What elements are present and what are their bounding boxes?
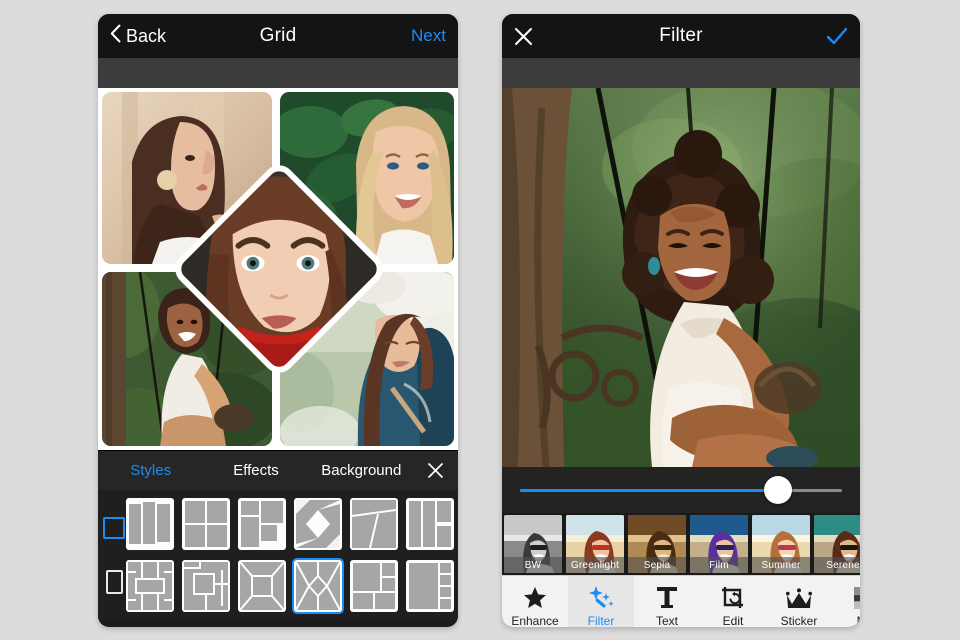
bottom-tab-label: Mo <box>857 614 860 627</box>
tooltab-effects[interactable]: Effects <box>203 462 308 479</box>
bottom-tab-label: Sticker <box>780 614 818 627</box>
filter-intensity-slider[interactable] <box>502 467 860 513</box>
grid-collage-panel: Back Grid Next Styles Effects Background <box>98 14 458 627</box>
bottom-tab-filter[interactable]: Filter <box>568 576 634 627</box>
back-button[interactable]: Back <box>110 24 166 48</box>
crown-icon <box>786 585 812 609</box>
filter-preview-image[interactable] <box>502 88 860 467</box>
template-three-columns-split-right[interactable] <box>406 498 454 550</box>
close-styles-button[interactable] <box>414 462 458 479</box>
collage-canvas[interactable] <box>98 88 458 450</box>
filter-label: Summer <box>752 557 810 573</box>
aspect-portrait-button[interactable] <box>105 569 123 594</box>
tooltab-background[interactable]: Background <box>309 462 414 479</box>
back-label: Back <box>126 25 167 46</box>
template-left-large-two-right[interactable] <box>350 560 398 612</box>
right-subbar <box>502 58 860 88</box>
filter-thumb-bw[interactable]: BW <box>504 515 562 573</box>
template-nested-squares[interactable] <box>182 560 230 612</box>
template-center-horizontal-band[interactable] <box>126 560 174 612</box>
grid-more-icon <box>854 585 860 609</box>
template-row-2 <box>126 560 454 612</box>
filter-label: Sepia <box>628 557 686 573</box>
template-center-diamond[interactable] <box>294 560 342 612</box>
close-icon <box>515 27 532 45</box>
bottom-tab-more[interactable]: Mo <box>832 576 860 627</box>
template-four-uneven-quads[interactable] <box>238 498 286 550</box>
template-rows <box>126 495 454 615</box>
text-t-icon <box>656 585 678 609</box>
bottom-tab-sticker[interactable]: Sticker <box>766 576 832 627</box>
aspect-square-button[interactable] <box>103 516 125 539</box>
filter-thumb-summer[interactable]: Summer <box>752 515 810 573</box>
template-two-by-two-grid[interactable] <box>182 498 230 550</box>
left-navbar: Back Grid Next <box>98 14 458 58</box>
template-diamond-pinwheel[interactable] <box>294 498 342 550</box>
bottom-tab-edit[interactable]: Edit <box>700 576 766 627</box>
star-icon <box>523 585 547 609</box>
style-tool-tabs: Styles Effects Background <box>98 450 458 490</box>
close-filter-button[interactable] <box>514 27 533 46</box>
filter-label: BW <box>504 557 562 573</box>
next-button[interactable]: Next <box>411 26 446 46</box>
filter-thumb-film[interactable]: Film <box>690 515 748 573</box>
right-navbar: Filter <box>502 14 860 58</box>
filter-thumb-greenlight[interactable]: Greenlight <box>566 515 624 573</box>
photo-woman-swing-large <box>502 88 860 467</box>
filter-editor-panel: Filter BW Greenlight Sepia Film Summer S… <box>502 14 860 627</box>
grid-template-picker <box>98 490 458 619</box>
magic-wand-icon <box>588 585 614 609</box>
template-center-frame-x[interactable] <box>238 560 286 612</box>
right-page-title: Filter <box>659 25 703 46</box>
close-icon <box>428 462 444 479</box>
slider-track[interactable] <box>520 476 842 504</box>
template-left-large-four-strips[interactable] <box>406 560 454 612</box>
bottom-tab-enhance[interactable]: Enhance <box>502 576 568 627</box>
screenshot-root: Back Grid Next Styles Effects Background… <box>0 0 960 640</box>
editor-bottom-toolbar: Enhance Filter Text Edit Sticker <box>502 575 860 627</box>
template-three-vertical-panels[interactable] <box>126 498 174 550</box>
crop-rotate-icon <box>721 585 745 609</box>
filter-label: Serene <box>814 557 860 573</box>
bottom-tab-label: Enhance <box>511 614 559 627</box>
bottom-tab-label: Filter <box>587 614 615 627</box>
slider-knob[interactable] <box>763 476 792 504</box>
filter-label: Greenlight <box>566 557 624 573</box>
template-row-1 <box>126 498 454 550</box>
filter-label: Film <box>690 557 748 573</box>
filter-thumb-serene[interactable]: Serene <box>814 515 860 573</box>
confirm-filter-button[interactable] <box>826 27 848 46</box>
left-subbar <box>98 58 458 88</box>
bottom-tab-label: Text <box>655 614 678 627</box>
bottom-tab-text[interactable]: Text <box>634 576 700 627</box>
aspect-ratio-column <box>102 495 126 615</box>
bottom-tab-label: Edit <box>722 614 744 627</box>
filter-thumbnail-strip[interactable]: BW Greenlight Sepia Film Summer Serene <box>502 513 860 575</box>
chevron-left-icon <box>110 24 121 48</box>
check-icon <box>826 27 848 44</box>
filter-thumb-sepia[interactable]: Sepia <box>628 515 686 573</box>
tooltab-styles[interactable]: Styles <box>98 462 203 479</box>
template-three-angled-shards[interactable] <box>350 498 398 550</box>
slider-fill <box>520 488 778 492</box>
